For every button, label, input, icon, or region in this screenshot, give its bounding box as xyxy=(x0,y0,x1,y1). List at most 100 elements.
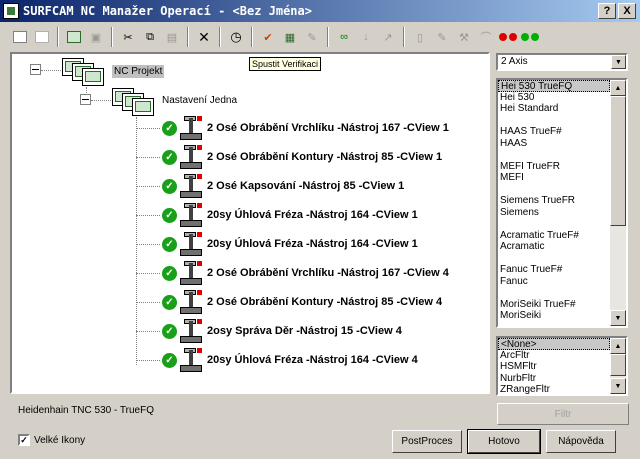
axis-select[interactable]: 2 Axis ▼ xyxy=(496,53,628,71)
op-disabled-icon[interactable]: ▣ xyxy=(86,27,106,47)
axis-select-value: 2 Axis xyxy=(501,56,528,67)
post-processor-list[interactable]: Hei 530 TrueFQ Hei 530 Hei Standard HAAS Tr… xyxy=(496,78,628,328)
copy-icon[interactable]: ⧉ xyxy=(140,27,160,47)
list-item xyxy=(498,253,610,265)
setup-node-label[interactable]: Nastavení Jedna xyxy=(162,95,237,106)
list-item[interactable]: Hei 530 xyxy=(498,92,610,104)
chevron-down-icon[interactable]: ▼ xyxy=(611,55,626,69)
help-button[interactable]: Nápověda xyxy=(546,430,616,453)
list-item[interactable]: <None> xyxy=(498,338,610,350)
scroll-up-icon[interactable]: ▲ xyxy=(610,80,626,96)
postprocess-button[interactable]: PostProces xyxy=(392,430,462,453)
list-item[interactable]: Hei Standard xyxy=(498,103,610,115)
mill-icon xyxy=(180,116,202,140)
list-item xyxy=(498,287,610,299)
setup-collapse-icon[interactable] xyxy=(80,94,91,105)
list-item[interactable]: Siemens xyxy=(498,207,610,219)
operation-label: 20sy Úhlová Fréza -Nástroj 164 -CView 4 xyxy=(207,354,418,366)
list-item[interactable]: HAAS TrueF# xyxy=(498,126,610,138)
check-icon: ✓ xyxy=(162,323,177,339)
edit-doc-icon[interactable]: ✎ xyxy=(432,27,452,47)
app-icon xyxy=(3,3,19,19)
list-item[interactable]: MoriSeiki xyxy=(498,310,610,322)
edit-icon[interactable]: ✎ xyxy=(302,27,322,47)
operation-row[interactable]: ✓ 2 Osé Kapsování -Nástroj 85 -CView 1 xyxy=(162,173,404,199)
plunge-icon[interactable]: ↓ xyxy=(356,27,376,47)
list-item[interactable]: Acramatic xyxy=(498,241,610,253)
doc-icon[interactable]: ▯ xyxy=(410,27,430,47)
scroll-down-icon[interactable]: ▼ xyxy=(610,378,626,394)
operations-tree[interactable]: NC Projekt Nastavení Jedna ✓ 2 Osé Obráb… xyxy=(10,52,490,394)
check-icon: ✓ xyxy=(162,236,177,252)
post-list-scrollbar[interactable]: ▲ ▼ xyxy=(610,80,626,326)
operation-row[interactable]: ✓ 20sy Úhlová Fréza -Nástroj 164 -CView … xyxy=(162,347,418,373)
scroll-thumb[interactable] xyxy=(610,96,626,226)
toolbar-separator xyxy=(57,27,59,47)
list-item xyxy=(498,115,610,127)
collapse-all-icon[interactable] xyxy=(32,27,52,47)
operation-row[interactable]: ✓ 2osy Správa Děr -Nástroj 15 -CView 4 xyxy=(162,318,402,344)
post-name-status: Heidenhain TNC 530 - TrueFQ xyxy=(18,405,154,416)
expand-all-icon[interactable] xyxy=(10,27,30,47)
delete-icon[interactable]: ✕ xyxy=(194,27,214,47)
list-item[interactable]: ArcFltr xyxy=(498,350,610,362)
project-node-label[interactable]: NC Projekt xyxy=(112,65,165,78)
list-item[interactable]: Fanuc xyxy=(498,276,610,288)
paste-icon[interactable]: ▤ xyxy=(162,27,182,47)
help-title-label: ? xyxy=(603,5,611,17)
op-group-icon[interactable] xyxy=(64,27,84,47)
paint-icon[interactable]: ⌒ xyxy=(476,27,496,47)
filter-button[interactable]: Filtr xyxy=(497,403,629,425)
large-icons-checkbox[interactable]: ✓ xyxy=(18,434,30,446)
mill-icon xyxy=(180,145,202,169)
help-title-button[interactable]: ? xyxy=(598,3,616,19)
list-item[interactable]: Siemens TrueFR xyxy=(498,195,610,207)
close-title-button[interactable]: X xyxy=(618,3,636,19)
red-dots-icon[interactable] xyxy=(498,27,518,47)
operation-row[interactable]: ✓ 2 Osé Obrábění Vrchlíku -Nástroj 167 -… xyxy=(162,260,449,286)
filter-list-scrollbar[interactable]: ▲ ▼ xyxy=(610,338,626,394)
list-item[interactable]: Fanuc TrueF# xyxy=(498,264,610,276)
post-icon[interactable]: ▦ xyxy=(280,27,300,47)
title-bar: SURFCAM NC Manažer Operací - <Bez Jména>… xyxy=(0,0,640,22)
check-icon: ✓ xyxy=(162,207,177,223)
list-item xyxy=(498,149,610,161)
verify-tooltip: Spustit Verifikaci xyxy=(249,57,322,71)
done-button[interactable]: Hotovo xyxy=(467,429,541,454)
list-item[interactable]: HAAS xyxy=(498,138,610,150)
filter-items: <None> ArcFltr HSMFltr NurbFltr ZRangeFltr xyxy=(498,338,610,394)
tool-icon[interactable]: ⚒ xyxy=(454,27,474,47)
toolpath-icon[interactable]: ∞ xyxy=(334,27,354,47)
list-item[interactable]: MoriSeiki TrueF# xyxy=(498,299,610,311)
operation-row[interactable]: ✓ 20sy Úhlová Fréza -Nástroj 164 -CView … xyxy=(162,202,418,228)
toolbar: ▣ ✂ ⧉ ▤ ✕ ◷ ✔ ▦ ✎ ∞ ↓ ↗ ▯ ✎ ⚒ ⌒ xyxy=(0,24,640,50)
list-item[interactable]: MEFI TrueFR xyxy=(498,161,610,173)
list-item[interactable]: Hei 530 TrueFQ xyxy=(498,80,610,92)
clock-icon[interactable]: ◷ xyxy=(226,27,246,47)
operation-label: 2 Osé Obrábění Kontury -Nástroj 85 -CVie… xyxy=(207,151,443,163)
operation-row[interactable]: ✓ 2 Osé Obrábění Kontury -Nástroj 85 -CV… xyxy=(162,289,442,315)
transform-icon[interactable]: ↗ xyxy=(378,27,398,47)
cut-icon[interactable]: ✂ xyxy=(118,27,138,47)
scroll-thumb[interactable] xyxy=(610,354,626,376)
green-dots-icon[interactable] xyxy=(520,27,540,47)
list-item[interactable]: NurbFltr xyxy=(498,373,610,385)
list-item[interactable]: MEFI xyxy=(498,172,610,184)
list-item[interactable]: HSMFltr xyxy=(498,361,610,373)
operation-row[interactable]: ✓ 2 Osé Obrábění Vrchlíku -Nástroj 167 -… xyxy=(162,115,449,141)
list-item xyxy=(498,218,610,230)
verify-icon[interactable]: ✔ xyxy=(258,27,278,47)
scroll-down-icon[interactable]: ▼ xyxy=(610,310,626,326)
operation-row[interactable]: ✓ 20sy Úhlová Fréza -Nástroj 164 -CView … xyxy=(162,231,418,257)
scroll-up-icon[interactable]: ▲ xyxy=(610,338,626,354)
list-item[interactable]: ZRangeFltr xyxy=(498,384,610,394)
large-icons-checkbox-wrap[interactable]: ✓ Velké Ikony xyxy=(18,434,85,446)
list-item[interactable]: Acramatic TrueF# xyxy=(498,230,610,242)
check-icon: ✓ xyxy=(162,149,177,165)
large-icons-label: Velké Ikony xyxy=(34,434,86,446)
project-collapse-icon[interactable] xyxy=(30,64,41,75)
operation-row[interactable]: ✓ 2 Osé Obrábění Kontury -Nástroj 85 -CV… xyxy=(162,144,442,170)
filter-list[interactable]: <None> ArcFltr HSMFltr NurbFltr ZRangeFltr ▲… xyxy=(496,336,628,396)
check-icon: ✓ xyxy=(162,352,177,368)
mill-icon xyxy=(180,290,202,314)
